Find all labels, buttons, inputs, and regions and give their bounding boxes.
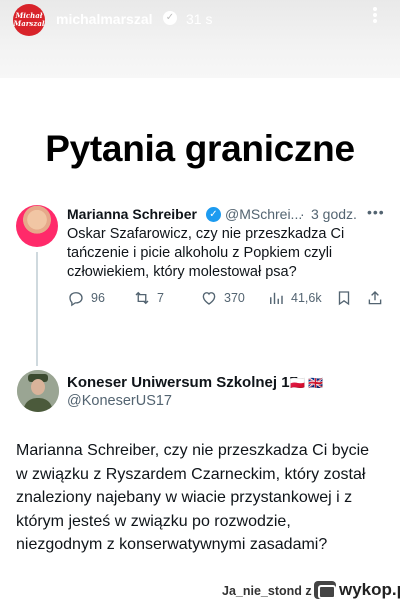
wykop-brand: wykop.pl	[339, 580, 400, 599]
tweet1-text-line: człowiekiem, który molestował psa?	[67, 264, 297, 280]
tweet2-author-name[interactable]: Koneser Uniwersum Szkolnej 17	[67, 374, 298, 391]
views-button[interactable]: 41,6k	[267, 288, 322, 308]
views-icon	[270, 292, 283, 304]
flags: 🇵🇱 🇬🇧	[290, 376, 324, 390]
tweet2-text-line: Marianna Schreiber, czy nie przeszkadza …	[16, 442, 370, 459]
tweet2-text-line: niezgodnym z konserwatywnymi zasadami?	[16, 536, 328, 553]
wykop-logo: wykop.pl	[314, 580, 400, 600]
story-username[interactable]: michalmarszal	[56, 11, 153, 27]
retweet-count: 7	[157, 291, 164, 305]
tweet1-separator: ·	[300, 206, 305, 222]
story-time: 31 s	[186, 11, 213, 27]
share-button[interactable]	[366, 288, 390, 308]
bookmark-icon	[338, 291, 350, 306]
reply-icon	[69, 292, 83, 307]
story-more-options-icon[interactable]	[370, 5, 380, 27]
tweet2-text-line: znaleziony najebany w wiacie przystankow…	[16, 489, 353, 506]
heart-icon	[202, 292, 216, 305]
views-count: 41,6k	[291, 291, 322, 305]
reply-count: 96	[91, 291, 105, 305]
tweet1-more-icon[interactable]: •••	[367, 204, 385, 220]
tweet1-author-name[interactable]: Marianna Schreiber	[67, 206, 197, 222]
reply-button[interactable]: 96	[67, 288, 105, 308]
like-button[interactable]: 370	[200, 288, 245, 308]
tweet1-actions: 96 7 370 41,6k	[67, 288, 387, 308]
person-photo-icon	[17, 370, 59, 412]
story-avatar[interactable]: Michał Marszal	[13, 4, 45, 36]
thread-connector	[36, 252, 38, 366]
wykop-logo-icon	[314, 581, 336, 599]
retweet-icon	[135, 291, 149, 305]
bookmark-button[interactable]	[335, 288, 359, 308]
verified-badge-icon: ✓	[206, 207, 221, 222]
tweet1-handle[interactable]: @MSchrei...	[225, 206, 302, 222]
footer-user: Ja_nie_stond z	[222, 584, 312, 598]
tweet2-text-line: w związku z Ryszardem Czarneckim, który …	[16, 465, 366, 483]
story-avatar-line2: Marszal	[13, 19, 45, 28]
story-header: Michał Marszal michalmarszal ✓ 31 s	[0, 0, 400, 78]
like-count: 370	[224, 291, 245, 305]
tweet2-handle[interactable]: @KoneserUS17	[67, 393, 172, 409]
tweet2-text-line: którym jesteś w związku po rozwodzie,	[16, 512, 291, 530]
share-icon	[368, 291, 382, 305]
tweet2-text: Marianna Schreiber, czy nie przeszkadza …	[16, 439, 396, 557]
tweet1-avatar[interactable]	[16, 205, 58, 247]
retweet-button[interactable]: 7	[133, 288, 164, 308]
tweet1-text-line: Oskar Szafarowicz, czy nie przeszkadza C…	[67, 226, 345, 242]
tweet1-text: Oskar Szafarowicz, czy nie przeszkadza C…	[67, 225, 387, 282]
tweet1-text-line: tańczenie i picie alkoholu z Popkiem czy…	[67, 245, 333, 261]
page-title: Pytania graniczne	[45, 128, 355, 169]
tweet1-time[interactable]: 3 godz.	[311, 206, 357, 222]
tweet2-avatar[interactable]	[17, 370, 59, 412]
story-verified-icon: ✓	[163, 11, 177, 25]
